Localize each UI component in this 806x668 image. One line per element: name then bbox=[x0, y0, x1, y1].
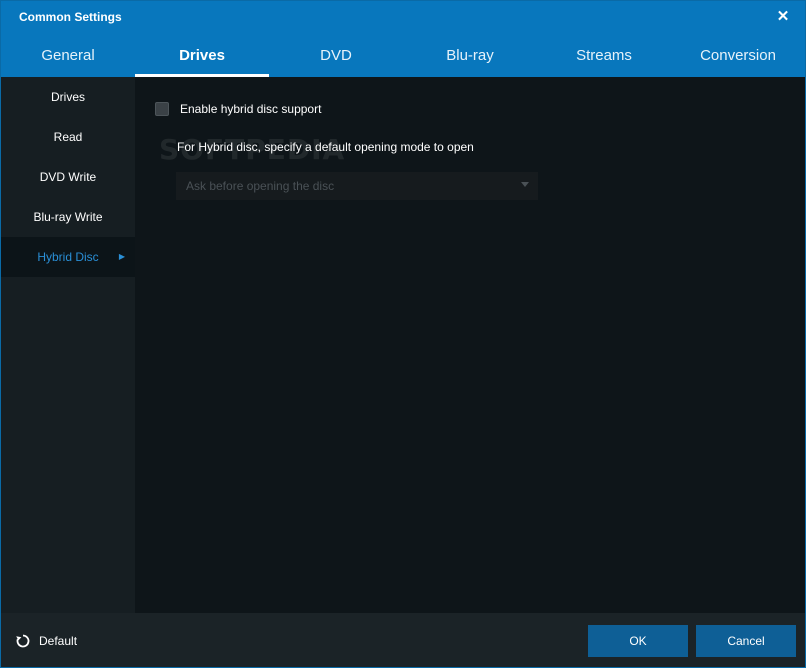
hybrid-support-label: Enable hybrid disc support bbox=[180, 102, 322, 116]
sidebar-item-blu-ray-write[interactable]: Blu-ray Write bbox=[1, 197, 135, 237]
sidebar-item-label: Blu-ray Write bbox=[33, 210, 103, 224]
default-label: Default bbox=[39, 634, 78, 648]
window-title: Common Settings bbox=[19, 10, 122, 24]
sidebar-item-read[interactable]: Read bbox=[1, 117, 135, 157]
tab-conversion[interactable]: Conversion bbox=[671, 35, 805, 77]
sidebar-item-hybrid-disc[interactable]: Hybrid Disc ▶ bbox=[1, 237, 135, 277]
hybrid-support-checkbox[interactable] bbox=[155, 102, 169, 116]
sidebar-item-label: Read bbox=[53, 130, 83, 144]
footer: Default OK Cancel bbox=[1, 613, 805, 667]
chevron-right-icon: ▶ bbox=[118, 252, 125, 261]
tab-bar: General Drives DVD Blu-ray Streams Conve… bbox=[1, 35, 805, 77]
tab-dvd[interactable]: DVD bbox=[269, 35, 403, 77]
opening-mode-value: Ask before opening the disc bbox=[186, 179, 335, 193]
cancel-button[interactable]: Cancel bbox=[696, 625, 796, 657]
sidebar-item-label: Hybrid Disc bbox=[37, 250, 99, 264]
tab-general[interactable]: General bbox=[1, 35, 135, 77]
tab-drives[interactable]: Drives bbox=[135, 35, 269, 77]
tab-streams[interactable]: Streams bbox=[537, 35, 671, 77]
ok-button[interactable]: OK bbox=[588, 625, 688, 657]
opening-mode-select[interactable]: Ask before opening the disc bbox=[176, 172, 538, 200]
title-bar: Common Settings ✕ bbox=[1, 1, 805, 35]
sidebar-item-label: Drives bbox=[50, 90, 85, 104]
sidebar-item-dvd-write[interactable]: DVD Write bbox=[1, 157, 135, 197]
reset-icon bbox=[16, 634, 30, 648]
hybrid-support-option[interactable]: Enable hybrid disc support bbox=[155, 101, 321, 117]
tab-blu-ray[interactable]: Blu-ray bbox=[403, 35, 537, 77]
settings-window: Common Settings ✕ General Drives DVD Blu… bbox=[0, 0, 806, 668]
sidebar: Drives Read DVD Write Blu-ray Write Hybr… bbox=[1, 77, 135, 613]
sidebar-item-drives[interactable]: Drives bbox=[1, 77, 135, 117]
sidebar-item-label: DVD Write bbox=[39, 170, 97, 184]
settings-panel: Enable hybrid disc support SOFTPEDIA For… bbox=[135, 77, 805, 613]
opening-mode-description: For Hybrid disc, specify a default openi… bbox=[177, 140, 474, 154]
default-button[interactable]: Default bbox=[15, 631, 77, 651]
chevron-down-icon bbox=[521, 182, 529, 187]
close-icon[interactable]: ✕ bbox=[775, 9, 791, 25]
